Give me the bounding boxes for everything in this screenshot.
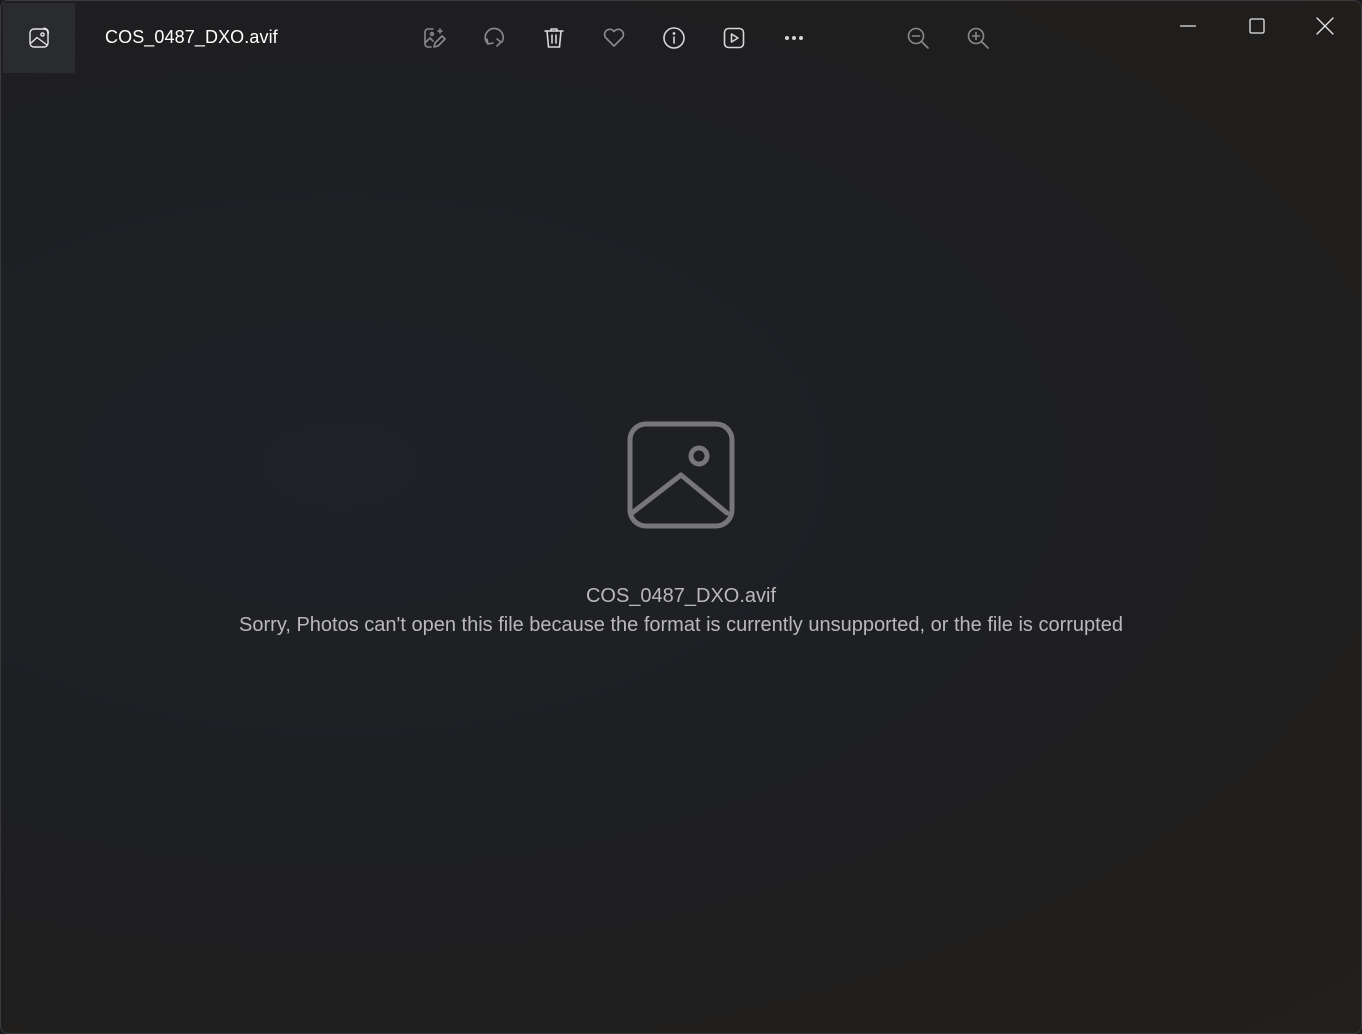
photos-app-icon	[29, 27, 49, 48]
error-filename: COS_0487_DXO.avif	[585, 585, 777, 607]
heart-icon	[603, 28, 625, 47]
favorite-button[interactable]	[597, 21, 631, 55]
delete-button[interactable]	[537, 21, 571, 55]
window-title: COS_0487_DXO.avif	[105, 27, 278, 47]
file-info-button[interactable]	[657, 21, 691, 55]
play-icon	[723, 27, 745, 49]
trash-icon	[544, 28, 564, 48]
zoom-out-button[interactable]	[901, 21, 935, 55]
more-options-button[interactable]	[777, 21, 811, 55]
rotate-button[interactable]	[477, 21, 511, 55]
close-button[interactable]	[1303, 7, 1347, 45]
edit-image-button[interactable]	[417, 21, 451, 55]
zoom-in-icon	[967, 27, 989, 49]
slideshow-button[interactable]	[717, 21, 751, 55]
title-bar: COS_0487_DXO.avif	[1, 1, 1361, 73]
zoom-out-icon	[907, 27, 929, 49]
info-icon	[663, 27, 685, 49]
rotate-icon	[484, 27, 505, 47]
minimize-icon	[1180, 25, 1196, 27]
error-panel: COS_0487_DXO.avif Sorry, Photos can't op…	[1, 421, 1361, 637]
maximize-icon	[1249, 18, 1265, 34]
zoom-in-button[interactable]	[961, 21, 995, 55]
image-placeholder-icon	[627, 421, 735, 529]
close-icon	[1316, 17, 1334, 35]
ellipsis-icon	[785, 36, 803, 40]
error-message: Sorry, Photos can't open this file becau…	[239, 614, 1123, 636]
app-icon-button[interactable]	[3, 3, 75, 73]
edit-image-icon	[424, 28, 446, 48]
minimize-button[interactable]	[1166, 7, 1210, 45]
maximize-button[interactable]	[1235, 7, 1279, 45]
photos-window: COS_0487_DXO.avif COS_0487_DXO.avif Sorr…	[0, 0, 1362, 1034]
